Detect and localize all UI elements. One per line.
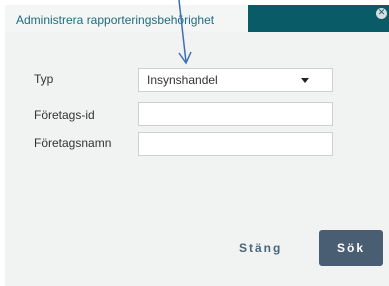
- type-select[interactable]: Insynshandel: [138, 68, 333, 92]
- type-label: Typ: [34, 72, 54, 86]
- company-name-label: Företagsnamn: [34, 136, 112, 150]
- dialog-title-tab: Administrera rapporteringsbehörighet: [5, 5, 248, 32]
- type-select-value: Insynshandel: [147, 73, 218, 87]
- dialog-header: Administrera rapporteringsbehörighet ✕: [5, 5, 389, 32]
- company-id-input[interactable]: [138, 102, 333, 126]
- company-id-label: Företags-id: [34, 108, 95, 122]
- dialog-title: Administrera rapporteringsbehörighet: [16, 13, 215, 27]
- close-icon[interactable]: ✕: [376, 8, 387, 19]
- chevron-down-icon: [301, 78, 309, 83]
- search-button[interactable]: Sök: [319, 230, 383, 266]
- header-bar: ✕: [248, 5, 389, 32]
- company-name-input[interactable]: [138, 132, 333, 156]
- report-permission-dialog: Administrera rapporteringsbehörighet ✕ T…: [5, 5, 389, 286]
- close-button[interactable]: Stäng: [239, 241, 282, 255]
